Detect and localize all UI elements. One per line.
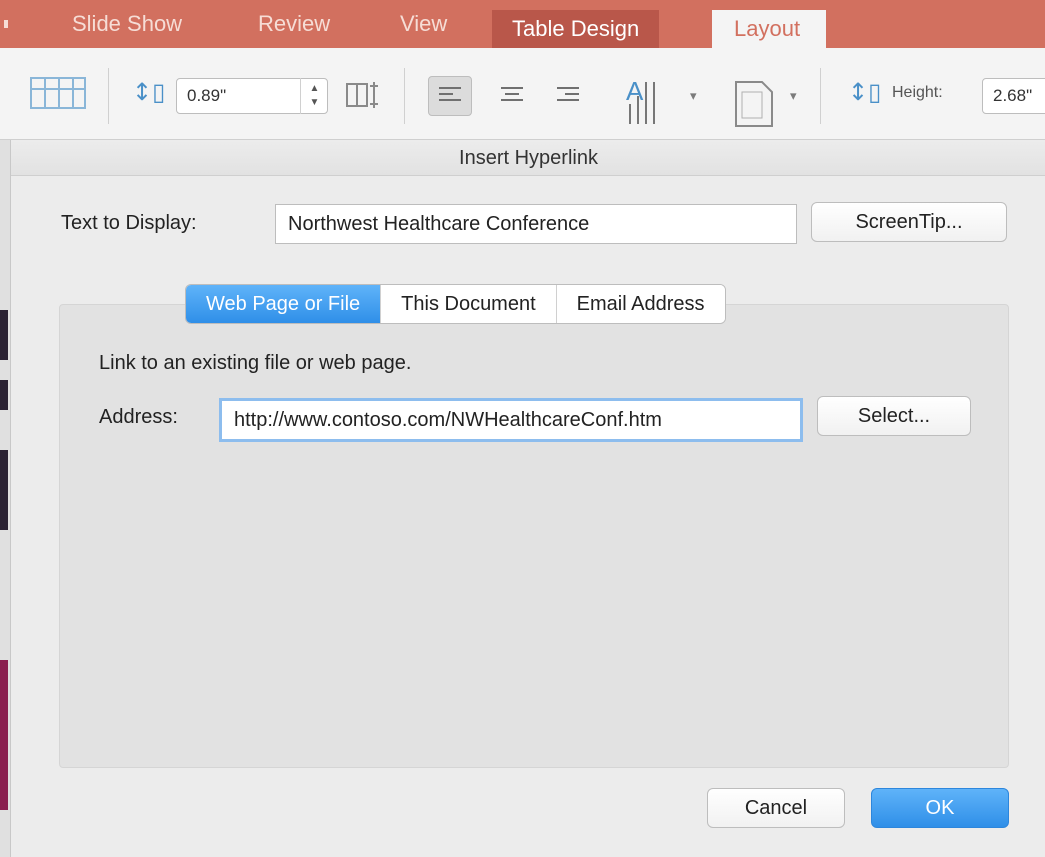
row-height-stepper[interactable]: ▲ ▼ bbox=[300, 78, 328, 114]
window-edge-mark bbox=[0, 450, 8, 530]
text-to-display-field[interactable]: Northwest Healthcare Conference bbox=[275, 204, 797, 244]
tab-table-design[interactable]: Table Design bbox=[492, 10, 660, 48]
ribbon-toolbar: ↕▯ 0.89" ▲ ▼ A ▾ ▾ ↕▯ Height: 2.68" bbox=[0, 48, 1045, 140]
address-label: Address: bbox=[99, 406, 178, 428]
cancel-button[interactable]: Cancel bbox=[707, 788, 845, 828]
tab-review[interactable]: Review bbox=[258, 0, 330, 48]
table-grid-icon[interactable] bbox=[30, 77, 86, 109]
select-button[interactable]: Select... bbox=[817, 396, 971, 436]
chevron-down-icon[interactable]: ▾ bbox=[690, 88, 697, 104]
insert-hyperlink-dialog: Insert Hyperlink Text to Display: Northw… bbox=[10, 140, 1045, 857]
ribbon-tab-bar: Slide Show Review View Table Design Layo… bbox=[0, 0, 1045, 50]
text-direction-icon[interactable]: A bbox=[624, 74, 680, 128]
tab-view[interactable]: View bbox=[400, 0, 447, 48]
tab-layout[interactable]: Layout bbox=[712, 10, 827, 50]
row-height-icon: ↕▯ bbox=[132, 78, 166, 106]
window-edge-mark bbox=[0, 660, 8, 810]
tab-slide-show[interactable]: Slide Show bbox=[72, 0, 182, 48]
table-height-field[interactable]: 2.68" bbox=[982, 78, 1045, 114]
align-left-icon bbox=[439, 87, 461, 105]
ok-button[interactable]: OK bbox=[871, 788, 1009, 828]
tab-this-document[interactable]: This Document bbox=[381, 285, 557, 323]
window-edge-mark bbox=[0, 310, 8, 360]
height-label: Height: bbox=[892, 84, 943, 101]
align-left-button[interactable] bbox=[428, 76, 472, 116]
align-center-button[interactable] bbox=[490, 76, 534, 116]
table-height-icon: ↕▯ bbox=[848, 78, 882, 106]
link-type-tabs: Web Page or File This Document Email Add… bbox=[185, 284, 726, 324]
toolbar-divider bbox=[404, 68, 405, 124]
window-edge-mark bbox=[0, 380, 8, 410]
text-to-display-label: Text to Display: bbox=[61, 212, 197, 234]
tab-email-address[interactable]: Email Address bbox=[556, 285, 725, 323]
tab-overflow-marker bbox=[4, 20, 8, 28]
background-window-edge bbox=[0, 140, 10, 857]
distribute-rows-icon[interactable] bbox=[346, 80, 380, 110]
align-center-icon bbox=[501, 87, 523, 105]
chevron-down-icon[interactable]: ▾ bbox=[790, 88, 797, 104]
tab-web-page-or-file[interactable]: Web Page or File bbox=[186, 285, 382, 323]
toolbar-divider bbox=[108, 68, 109, 124]
address-field[interactable]: http://www.contoso.com/NWHealthcareConf.… bbox=[219, 398, 803, 442]
align-right-button[interactable] bbox=[546, 76, 590, 116]
toolbar-divider bbox=[820, 68, 821, 124]
cell-margins-icon[interactable] bbox=[734, 80, 774, 128]
align-right-icon bbox=[557, 87, 579, 105]
panel-description: Link to an existing file or web page. bbox=[99, 352, 412, 374]
svg-text:A: A bbox=[626, 76, 644, 106]
dialog-title: Insert Hyperlink bbox=[11, 140, 1045, 176]
screentip-button[interactable]: ScreenTip... bbox=[811, 202, 1007, 242]
